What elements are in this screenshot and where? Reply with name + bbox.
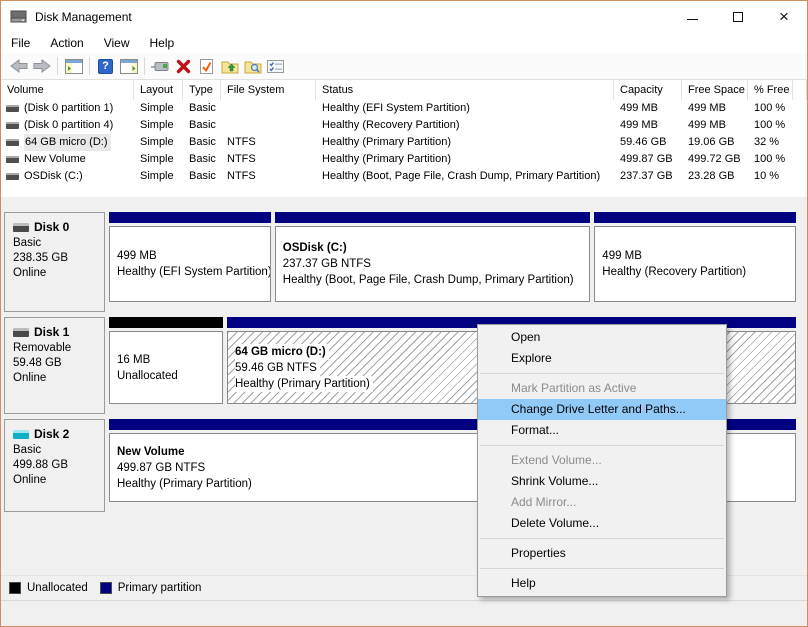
status-strip <box>1 600 807 626</box>
column-header-pct-free[interactable]: % Free <box>748 80 793 100</box>
disk-management-window: Disk Management × File Action View Help <box>0 0 808 627</box>
menu-bar: File Action View Help <box>1 32 807 53</box>
console-tree-icon[interactable] <box>63 56 84 76</box>
menu-item-delete-volume[interactable]: Delete Volume... <box>478 513 726 534</box>
volume-drive-icon <box>6 122 19 129</box>
commit-check-icon[interactable] <box>196 56 217 76</box>
column-header-status[interactable]: Status <box>316 80 614 100</box>
toolbar: ? <box>1 53 807 80</box>
column-header-file-system[interactable]: File System <box>221 80 316 100</box>
close-button[interactable]: × <box>761 1 807 32</box>
app-disk-icon <box>10 10 27 23</box>
back-icon[interactable] <box>8 56 29 76</box>
menu-separator <box>480 538 724 539</box>
properties-icon[interactable] <box>265 56 286 76</box>
menu-item-change-drive-letter[interactable]: Change Drive Letter and Paths... <box>478 399 726 420</box>
volume-list-header: Volume Layout Type File System Status Ca… <box>1 80 807 100</box>
maximize-icon <box>733 11 743 22</box>
unallocated-swatch <box>9 582 21 594</box>
menu-item-mark-partition-active: Mark Partition as Active <box>511 381 637 395</box>
legend-unallocated: Unallocated <box>9 582 88 594</box>
menu-action[interactable]: Action <box>50 36 83 50</box>
menu-item-properties[interactable]: Properties <box>478 543 726 564</box>
action-pane-icon[interactable] <box>118 56 139 76</box>
volume-list: Volume Layout Type File System Status Ca… <box>1 80 807 197</box>
disk-info-panel-1[interactable]: Disk 1 Removable 59.48 GB Online <box>4 317 105 414</box>
column-header-volume[interactable]: Volume <box>1 80 134 100</box>
menu-item-format[interactable]: Format... <box>478 420 726 441</box>
primary-partition-bar <box>594 212 796 223</box>
explore-folder-icon[interactable] <box>242 56 263 76</box>
title-bar: Disk Management × <box>1 1 807 32</box>
volume-row[interactable]: (Disk 0 partition 1) Simple Basic Health… <box>1 100 807 117</box>
menu-separator <box>480 568 724 569</box>
menu-separator <box>480 373 724 374</box>
column-header-free-space[interactable]: Free Space <box>682 80 748 100</box>
column-header-capacity[interactable]: Capacity <box>614 80 682 100</box>
partition-osdisk-c[interactable]: OSDisk (C:) 237.37 GB NTFS Healthy (Boot… <box>274 212 591 312</box>
toolbar-separator <box>144 57 145 75</box>
window-title: Disk Management <box>35 9 132 24</box>
help-icon[interactable]: ? <box>95 56 116 76</box>
primary-partition-bar <box>109 212 271 223</box>
partition-efi[interactable]: 499 MB Healthy (EFI System Partition) <box>109 212 271 312</box>
disk-row-0: Disk 0 Basic 238.35 GB Online 499 MB Hea… <box>4 212 796 312</box>
menu-item-open[interactable]: Open <box>478 327 726 348</box>
toolbar-separator <box>89 57 90 75</box>
menu-help[interactable]: Help <box>150 36 175 50</box>
unallocated-bar <box>109 317 223 328</box>
primary-partition-swatch <box>99 582 112 594</box>
disk-view-icon[interactable] <box>150 56 171 76</box>
minimize-icon <box>686 19 698 20</box>
menu-item-shrink-volume[interactable]: Shrink Volume... <box>478 471 726 492</box>
volume-row-selected[interactable]: 64 GB micro (D:) Simple Basic NTFS Healt… <box>1 134 807 151</box>
disk-info-panel-0[interactable]: Disk 0 Basic 238.35 GB Online <box>4 212 105 312</box>
partition-recovery[interactable]: 499 MB Healthy (Recovery Partition) <box>594 212 796 312</box>
disk-icon <box>13 429 29 439</box>
disk-icon <box>13 327 29 337</box>
menu-view[interactable]: View <box>104 36 130 50</box>
context-menu: Open Explore Mark Partition as Active Ch… <box>477 324 727 597</box>
disk-info-panel-2[interactable]: Disk 2 Basic 499.88 GB Online <box>4 419 105 512</box>
menu-separator <box>480 445 724 446</box>
minimize-button[interactable] <box>669 1 715 32</box>
volume-row[interactable]: (Disk 0 partition 4) Simple Basic Health… <box>1 117 807 134</box>
primary-partition-bar <box>274 212 591 223</box>
menu-item-extend-volume: Extend Volume... <box>511 453 602 467</box>
disk-icon <box>13 222 29 232</box>
menu-item-explore[interactable]: Explore <box>478 348 726 369</box>
menu-item-add-mirror: Add Mirror... <box>511 495 577 509</box>
menu-item-help[interactable]: Help <box>478 573 726 594</box>
menu-file[interactable]: File <box>11 36 30 50</box>
volume-drive-icon <box>6 173 19 180</box>
column-header-layout[interactable]: Layout <box>134 80 183 100</box>
legend-primary-partition: Primary partition <box>99 582 201 594</box>
delete-icon[interactable] <box>173 56 194 76</box>
open-folder-icon[interactable] <box>219 56 240 76</box>
column-header-type[interactable]: Type <box>183 80 221 100</box>
volume-row[interactable]: New Volume Simple Basic NTFS Healthy (Pr… <box>1 151 807 168</box>
toolbar-separator <box>57 57 58 75</box>
partition-unallocated[interactable]: 16 MB Unallocated <box>109 317 223 414</box>
forward-icon[interactable] <box>31 56 52 76</box>
volume-drive-icon <box>6 105 19 112</box>
volume-row[interactable]: OSDisk (C:) Simple Basic NTFS Healthy (B… <box>1 168 807 185</box>
maximize-button[interactable] <box>715 1 761 32</box>
close-icon: × <box>779 7 789 26</box>
column-header-filler <box>793 80 807 100</box>
volume-drive-icon <box>6 139 19 146</box>
volume-drive-icon <box>6 156 19 163</box>
